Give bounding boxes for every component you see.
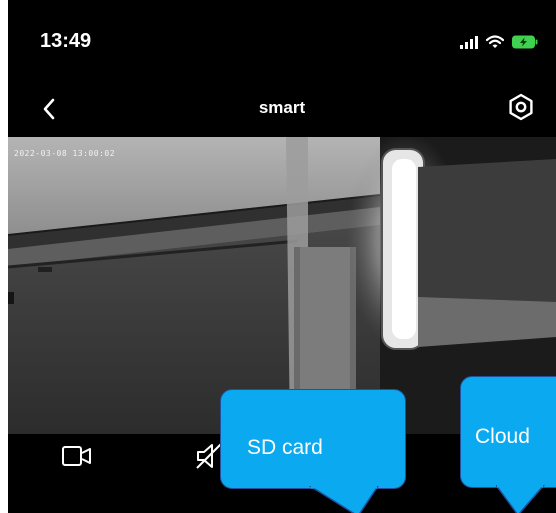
status-time: 13:49 [40, 30, 92, 52]
sd-card-callout: SD card [220, 389, 406, 489]
wifi-icon [486, 35, 504, 48]
battery-charging-icon [512, 35, 538, 49]
status-icons [460, 33, 538, 51]
cloud-callout-tail [496, 485, 545, 513]
phone-screen: 13:49 smart 2022-03-08 13:00:02 SD card … [8, 0, 556, 513]
settings-icon[interactable] [506, 92, 536, 122]
nav-bar: smart [8, 88, 556, 132]
cloud-callout: Cloud [460, 376, 556, 488]
sd-card-callout-tail [308, 486, 379, 513]
signal-icon [460, 35, 478, 49]
video-timestamp: 2022-03-08 13:00:02 [14, 149, 116, 158]
video-record-icon[interactable] [55, 434, 99, 478]
cloud-label: Cloud [475, 425, 530, 448]
page-title: smart [258, 98, 306, 117]
status-bar: 13:49 [8, 0, 556, 70]
sd-card-label: SD card [247, 436, 323, 459]
